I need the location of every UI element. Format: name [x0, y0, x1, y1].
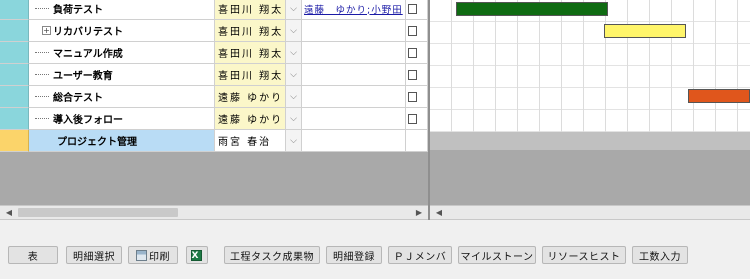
deliverables-button[interactable]: 工程タスク成果物 [224, 246, 320, 264]
chevron-down-icon[interactable]: ⌵ [286, 20, 302, 42]
row-header[interactable] [0, 0, 29, 20]
task-name-cell[interactable]: 導入後フォロー [29, 108, 215, 130]
bottom-toolbar: 表 明細選択 印刷 X 工程タスク成果物 明細登録 ＰＪメンバ マイルストーン … [0, 242, 750, 279]
table-row[interactable]: 導入後フォロー 遠藤 ゆかり ⌵ [0, 108, 428, 130]
tree-line [35, 52, 49, 53]
task-name: マニュアル作成 [53, 49, 123, 60]
task-name: 導入後フォロー [53, 115, 123, 126]
table-row[interactable]: プロジェクト管理 雨宮 春治 ⌵ [0, 130, 428, 152]
scroll-right-icon[interactable]: ▶ [412, 206, 426, 219]
task-name: 負荷テスト [53, 5, 103, 16]
gantt-grid [430, 0, 750, 132]
task-name: プロジェクト管理 [57, 137, 137, 148]
scroll-thumb[interactable] [18, 208, 178, 217]
chevron-down-icon[interactable]: ⌵ [286, 108, 302, 130]
task-name-cell[interactable]: 総合テスト [29, 86, 215, 108]
tree-line [35, 118, 49, 119]
chevron-down-icon[interactable]: ⌵ [286, 42, 302, 64]
row-header[interactable] [0, 86, 29, 108]
detail-select-button[interactable]: 明細選択 [66, 246, 122, 264]
print-label: 印刷 [149, 251, 170, 263]
pj-members-button[interactable]: ＰＪメンバ [388, 246, 452, 264]
row-header[interactable] [0, 42, 29, 64]
table-row[interactable]: ユーザー教育 喜田川 翔太 ⌵ [0, 64, 428, 86]
owner-cell[interactable]: 雨宮 春治 [215, 130, 286, 152]
owner-cell[interactable]: 喜田川 翔太 [215, 64, 286, 86]
check-cell[interactable] [406, 0, 428, 20]
status-strip [0, 220, 750, 242]
task-name-cell[interactable]: マニュアル作成 [29, 42, 215, 64]
chevron-down-icon[interactable]: ⌵ [286, 130, 302, 152]
task-name-cell[interactable]: 負荷テスト [29, 0, 215, 20]
check-cell[interactable] [406, 64, 428, 86]
owner-cell[interactable]: 喜田川 翔太 [215, 42, 286, 64]
table-row[interactable]: マニュアル作成 喜田川 翔太 ⌵ [0, 42, 428, 64]
table-button[interactable]: 表 [8, 246, 58, 264]
horizontal-scrollbar-right[interactable]: ◀ [430, 205, 750, 220]
row-header[interactable] [0, 64, 29, 86]
table-row[interactable]: + リカバリテスト 喜田川 翔太 ⌵ [0, 20, 428, 42]
owner-cell[interactable]: 遠藤 ゆかり [215, 108, 286, 130]
owner-cell[interactable]: 遠藤 ゆかり [215, 86, 286, 108]
gantt-chart [430, 0, 750, 205]
checkbox[interactable] [408, 113, 417, 124]
members-cell[interactable] [302, 20, 406, 42]
task-name: 総合テスト [53, 93, 103, 104]
milestones-button[interactable]: マイルストーン [458, 246, 536, 264]
member-link[interactable]: 遠藤 ゆかり;小野田 [304, 2, 403, 16]
tree-line [35, 74, 49, 75]
tree-line [35, 8, 49, 9]
table-row[interactable]: 負荷テスト 喜田川 翔太 ⌵ 遠藤 ゆかり;小野田 [0, 0, 428, 20]
effort-entry-button[interactable]: 工数入力 [632, 246, 688, 264]
check-cell[interactable] [406, 20, 428, 42]
chevron-down-icon[interactable]: ⌵ [286, 64, 302, 86]
gantt-bar[interactable] [688, 89, 750, 103]
print-button[interactable]: 印刷 [128, 246, 178, 264]
row-header[interactable] [0, 20, 29, 42]
task-name-cell[interactable]: + リカバリテスト [29, 20, 215, 42]
table-row[interactable]: 総合テスト 遠藤 ゆかり ⌵ [0, 86, 428, 108]
owner-cell[interactable]: 喜田川 翔太 [215, 20, 286, 42]
task-name: ユーザー教育 [53, 71, 113, 82]
check-cell[interactable] [406, 130, 428, 152]
tree-line [35, 96, 49, 97]
task-name-cell[interactable]: プロジェクト管理 [29, 130, 215, 152]
gantt-summary-row [430, 132, 750, 150]
members-cell[interactable] [302, 64, 406, 86]
row-header[interactable] [0, 108, 29, 130]
chevron-down-icon[interactable]: ⌵ [286, 86, 302, 108]
members-cell[interactable] [302, 130, 406, 152]
check-cell[interactable] [406, 42, 428, 64]
check-cell[interactable] [406, 86, 428, 108]
excel-icon: X [190, 249, 202, 261]
members-cell[interactable]: 遠藤 ゆかり;小野田 [302, 0, 406, 20]
checkbox[interactable] [408, 91, 417, 102]
plus-box-icon[interactable]: + [42, 26, 51, 35]
check-cell[interactable] [406, 108, 428, 130]
members-cell[interactable] [302, 86, 406, 108]
task-name: リカバリテスト [53, 27, 123, 38]
task-name-cell[interactable]: ユーザー教育 [29, 64, 215, 86]
gantt-bar[interactable] [604, 24, 686, 38]
detail-register-button[interactable]: 明細登録 [326, 246, 382, 264]
printer-icon [136, 249, 147, 261]
pane-splitter[interactable] [428, 0, 430, 220]
horizontal-scrollbar-left[interactable]: ◀ ▶ [0, 205, 428, 220]
gantt-bar[interactable] [456, 2, 608, 16]
scroll-left-icon[interactable]: ◀ [432, 206, 446, 219]
checkbox[interactable] [408, 25, 417, 36]
row-header[interactable] [0, 130, 29, 152]
excel-export-button[interactable]: X [186, 246, 208, 264]
checkbox[interactable] [408, 3, 417, 14]
checkbox[interactable] [408, 69, 417, 80]
members-cell[interactable] [302, 42, 406, 64]
chevron-down-icon[interactable]: ⌵ [286, 0, 302, 20]
grid-area: 負荷テスト 喜田川 翔太 ⌵ 遠藤 ゆかり;小野田 + リカバリテスト 喜田川 翔… [0, 0, 750, 205]
members-cell[interactable] [302, 108, 406, 130]
scroll-left-icon[interactable]: ◀ [2, 206, 16, 219]
checkbox[interactable] [408, 47, 417, 58]
owner-cell[interactable]: 喜田川 翔太 [215, 0, 286, 20]
resource-histogram-button[interactable]: リソースヒスト [542, 246, 626, 264]
task-grid: 負荷テスト 喜田川 翔太 ⌵ 遠藤 ゆかり;小野田 + リカバリテスト 喜田川 翔… [0, 0, 428, 205]
